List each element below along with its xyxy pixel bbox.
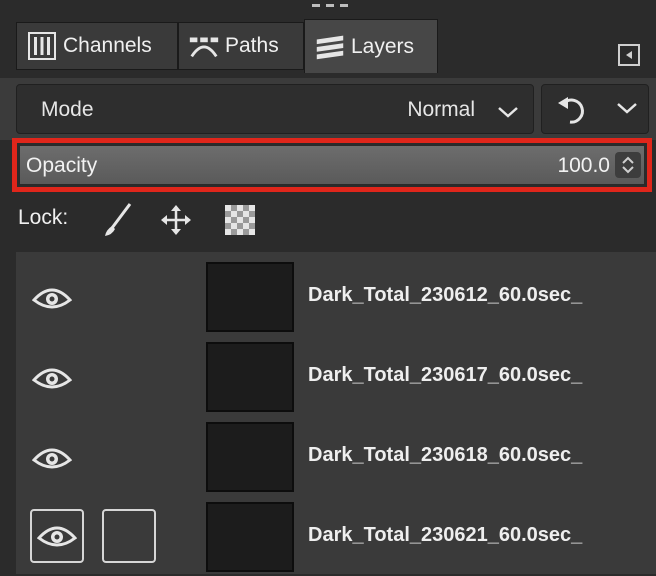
layer-name[interactable]: Dark_Total_230612_60.0sec_ bbox=[308, 284, 582, 307]
layer-row[interactable]: Dark_Total_230618_60.0sec_ bbox=[16, 416, 656, 496]
layer-thumbnail[interactable] bbox=[206, 502, 294, 572]
chevron-down-icon bbox=[617, 103, 637, 114]
lock-row: Lock: bbox=[0, 192, 656, 248]
opacity-slider[interactable]: Opacity 100.0 bbox=[19, 145, 645, 185]
dock-menu-button[interactable] bbox=[618, 44, 640, 66]
layer-thumbnail[interactable] bbox=[206, 422, 294, 492]
tab-layers-label: Layers bbox=[351, 34, 415, 58]
brush-icon[interactable] bbox=[98, 200, 138, 240]
opacity-spinner[interactable] bbox=[615, 152, 641, 178]
reset-icon bbox=[558, 97, 584, 124]
tab-paths[interactable]: Paths bbox=[178, 22, 304, 70]
mode-value: Normal bbox=[407, 98, 475, 121]
tab-channels-label: Channels bbox=[63, 34, 152, 57]
layer-name[interactable]: Dark_Total_230621_60.0sec_ bbox=[308, 524, 582, 547]
paths-icon bbox=[187, 29, 221, 63]
layers-icon bbox=[313, 30, 347, 64]
composite-mode-button[interactable] bbox=[541, 84, 649, 134]
link-toggle[interactable] bbox=[102, 509, 156, 563]
dock-grip[interactable] bbox=[312, 4, 348, 12]
chevron-down-icon bbox=[497, 101, 519, 125]
mode-row: Mode Normal bbox=[0, 78, 656, 140]
mode-label: Mode bbox=[41, 98, 94, 121]
layer-row[interactable]: Dark_Total_230612_60.0sec_ bbox=[16, 256, 656, 336]
layer-name[interactable]: Dark_Total_230617_60.0sec_ bbox=[308, 364, 582, 387]
layer-row[interactable]: Dark_Total_230617_60.0sec_ bbox=[16, 336, 656, 416]
opacity-label: Opacity bbox=[26, 154, 98, 177]
layer-thumbnail[interactable] bbox=[206, 342, 294, 412]
layer-row[interactable]: Dark_Total_230621_60.0sec_ bbox=[16, 496, 656, 576]
dock-tab-bar: Channels Paths Layers bbox=[0, 16, 656, 78]
eye-icon[interactable] bbox=[30, 436, 74, 480]
mode-select[interactable]: Mode Normal bbox=[16, 84, 534, 134]
triangle-left-icon bbox=[626, 51, 632, 59]
move-icon[interactable] bbox=[156, 200, 196, 240]
spin-arrows-icon bbox=[622, 156, 634, 174]
alpha-checker-icon[interactable] bbox=[220, 200, 260, 240]
lock-label: Lock: bbox=[18, 206, 69, 229]
eye-icon[interactable] bbox=[30, 276, 74, 320]
layer-name[interactable]: Dark_Total_230618_60.0sec_ bbox=[308, 444, 582, 467]
tab-layers[interactable]: Layers bbox=[304, 19, 438, 73]
layer-thumbnail[interactable] bbox=[206, 262, 294, 332]
opacity-value: 100.0 bbox=[557, 154, 610, 177]
channels-icon bbox=[25, 29, 59, 63]
tab-channels[interactable]: Channels bbox=[16, 22, 178, 70]
tab-paths-label: Paths bbox=[225, 34, 279, 57]
layers-list: Dark_Total_230612_60.0sec_ Dark_Total_23… bbox=[16, 252, 656, 574]
eye-icon[interactable] bbox=[30, 509, 84, 563]
eye-icon[interactable] bbox=[30, 356, 74, 400]
